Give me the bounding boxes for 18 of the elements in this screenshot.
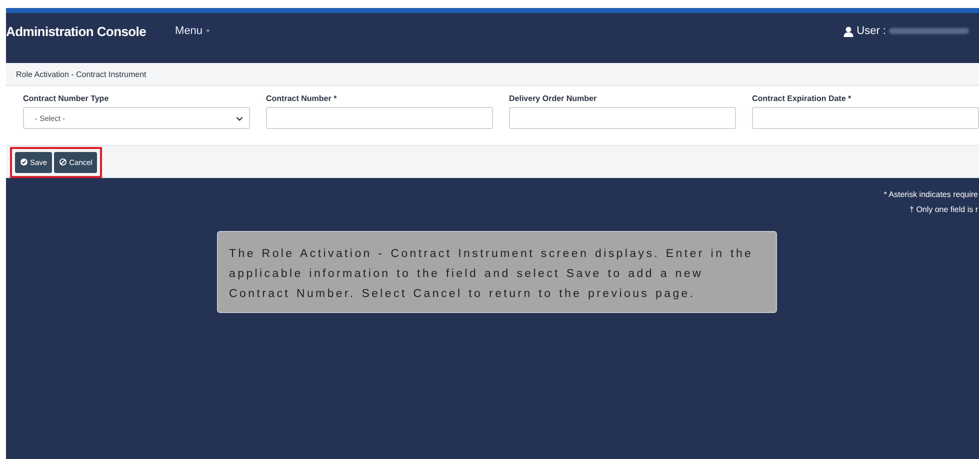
user-label: User : (856, 25, 886, 37)
caret-icon (204, 28, 211, 34)
input-field[interactable] (752, 107, 979, 129)
input-field[interactable] (509, 107, 736, 129)
user-icon (842, 26, 854, 36)
footnote-text: * Asterisk indicates require (884, 190, 978, 199)
check-circle-icon (20, 158, 28, 166)
field-label: Contract Expiration Date * (752, 94, 852, 103)
instruction-callout: The Role Activation - Contract Instrument screen displays. Enter in the applicable information to the field and select Save to add a new Contract Number. Select Cancel to return to the previous page. (217, 231, 777, 313)
field-label: Contract Number * (266, 94, 338, 103)
prohibited-icon (59, 158, 68, 166)
field-label: Delivery Order Number (509, 94, 598, 103)
input-field[interactable] (266, 107, 493, 129)
panel-title: Role Activation - Contract Instrument (16, 70, 146, 78)
field-label: Contract Number Type (23, 94, 110, 103)
menu-link[interactable]: Menu (175, 25, 211, 37)
footnote-text: † Only one field is r (910, 205, 978, 214)
app-title: Administration Console (6, 24, 146, 39)
